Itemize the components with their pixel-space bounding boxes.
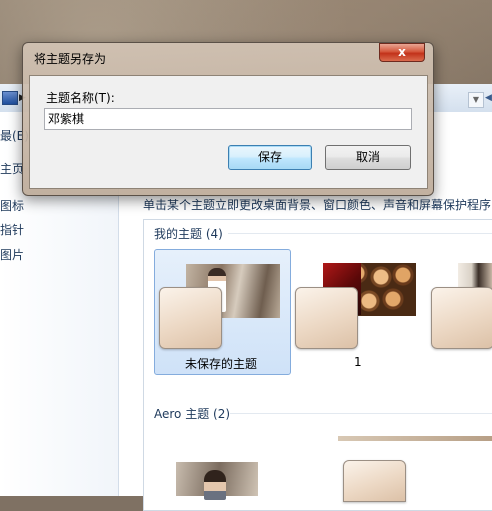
group-divider — [228, 233, 492, 234]
cancel-button[interactable]: 取消 — [325, 145, 411, 170]
aero-preview-strip — [338, 436, 492, 441]
group-title-my-themes: 我的主题 (4) — [154, 227, 223, 241]
theme-name-input[interactable]: 邓紫棋 — [44, 108, 412, 130]
forward-arrow-icon[interactable]: ◀ — [485, 93, 492, 103]
dialog-title: 将主题另存为 — [34, 52, 107, 66]
sidebar-item-pictures[interactable]: 图片 — [0, 246, 24, 263]
dropdown-arrow-icon[interactable]: ▼ — [468, 92, 484, 108]
theme-thumbnail[interactable] — [176, 462, 258, 500]
theme-label: 未保存的主题 — [185, 357, 258, 371]
theme-name-label: 主题名称(T): — [46, 91, 115, 105]
window-color-swatch — [159, 287, 222, 349]
sidebar-item-home[interactable]: 主页 — [0, 160, 24, 177]
description-text: 单击某个主题立即更改桌面背景、窗口颜色、声音和屏幕保护程序 — [143, 198, 492, 212]
sidebar-item-icons[interactable]: 图标 — [0, 197, 24, 214]
theme-label: 1 — [354, 355, 362, 369]
group-title-aero-themes: Aero 主题 (2) — [154, 407, 231, 421]
save-button[interactable]: 保存 — [228, 145, 312, 170]
control-panel-icon — [2, 91, 18, 105]
window-color-swatch — [431, 287, 492, 349]
close-button[interactable]: x — [379, 43, 425, 62]
sidebar-item-pointers[interactable]: 指针 — [0, 221, 24, 238]
group-divider — [230, 413, 492, 414]
window-color-swatch — [295, 287, 358, 349]
